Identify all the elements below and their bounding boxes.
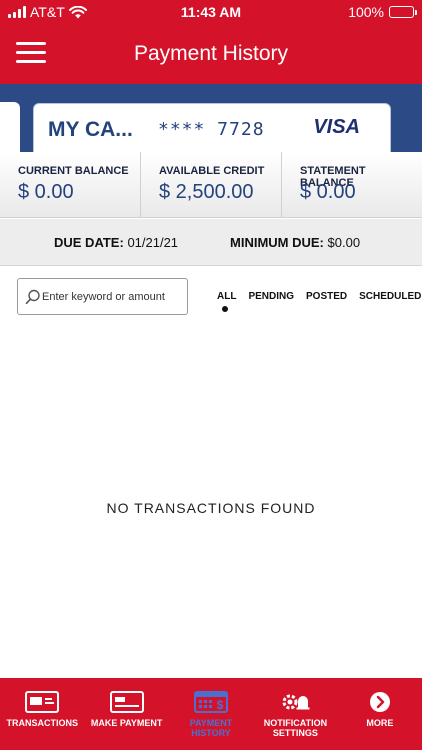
nav-label: TRANSACTIONS <box>6 718 78 728</box>
available-credit: AVAILABLE CREDIT $ 2,500.00 <box>140 152 281 217</box>
search-box[interactable] <box>17 278 188 315</box>
payment-card-icon <box>109 691 144 713</box>
selected-card[interactable]: MY CA... **** 7728 VISA <box>33 103 391 152</box>
gear-bell-icon <box>282 694 310 710</box>
card-name: MY CA... <box>48 118 133 141</box>
balance-summary: CURRENT BALANCE $ 0.00 AVAILABLE CREDIT … <box>0 152 422 218</box>
empty-state-message: NO TRANSACTIONS FOUND <box>106 500 316 516</box>
battery-percent: 100% <box>348 4 384 20</box>
card-number: **** 7728 <box>158 119 265 140</box>
nav-notification-settings[interactable]: NOTIFICATION SETTINGS <box>253 678 337 750</box>
current-balance: CURRENT BALANCE $ 0.00 <box>0 152 140 217</box>
chevron-right-circle-icon <box>369 692 390 712</box>
balance-value: $ 0.00 <box>18 181 74 203</box>
nav-payment-history[interactable]: $ PAYMENT HISTORY <box>169 678 253 750</box>
nav-label: NOTIFICATION SETTINGS <box>263 718 328 738</box>
app-header: AT&T 11:43 AM 100% Payment History <box>0 0 422 84</box>
search-icon <box>25 289 40 305</box>
transactions-card-icon <box>25 691 60 713</box>
statement-balance: STATEMENT BALANCE $ 0.00 <box>281 152 422 217</box>
card-carousel: MY CA... **** 7728 VISA <box>0 84 422 152</box>
nav-label: MAKE PAYMENT <box>90 718 163 728</box>
tab-all[interactable]: ALL <box>217 291 236 302</box>
previous-card[interactable] <box>0 102 20 152</box>
nav-more[interactable]: MORE <box>338 678 422 750</box>
tab-posted[interactable]: POSTED <box>306 291 347 302</box>
balance-value: $ 2,500.00 <box>159 181 254 203</box>
minimum-due-value: $0.00 <box>327 235 361 250</box>
balance-label: CURRENT BALANCE <box>18 165 129 177</box>
minimum-due: MINIMUM DUE: $0.00 <box>230 235 360 250</box>
tab-scheduled[interactable]: SCHEDULED <box>359 291 421 302</box>
due-date-value: 01/21/21 <box>127 235 179 250</box>
nav-label: PAYMENT HISTORY <box>189 718 233 738</box>
calendar-dollar-icon: $ <box>194 691 229 713</box>
due-date-label: DUE DATE: <box>54 235 124 250</box>
balance-value: $ 0.00 <box>300 181 356 203</box>
due-info-bar: DUE DATE: 01/21/21 MINIMUM DUE: $0.00 <box>0 219 422 266</box>
balance-label: AVAILABLE CREDIT <box>159 165 265 177</box>
battery-indicator: 100% <box>348 4 417 20</box>
battery-icon <box>389 6 417 18</box>
filter-tabs: ALL PENDING POSTED SCHEDULED <box>217 291 421 302</box>
bottom-navigation: TRANSACTIONS MAKE PAYMENT $ PAYMENT HIST… <box>0 678 422 750</box>
minimum-due-label: MINIMUM DUE: <box>230 235 324 250</box>
due-date: DUE DATE: 01/21/21 <box>54 235 178 250</box>
search-input[interactable] <box>42 287 182 307</box>
status-bar: AT&T 11:43 AM 100% <box>0 0 422 24</box>
visa-logo-icon: VISA <box>313 116 360 138</box>
selected-tab-indicator <box>222 306 228 312</box>
nav-transactions[interactable]: TRANSACTIONS <box>0 678 84 750</box>
tab-pending[interactable]: PENDING <box>248 291 294 302</box>
svg-text:$: $ <box>217 698 224 712</box>
nav-make-payment[interactable]: MAKE PAYMENT <box>84 678 168 750</box>
nav-label: MORE <box>366 718 394 728</box>
page-title: Payment History <box>133 42 289 65</box>
